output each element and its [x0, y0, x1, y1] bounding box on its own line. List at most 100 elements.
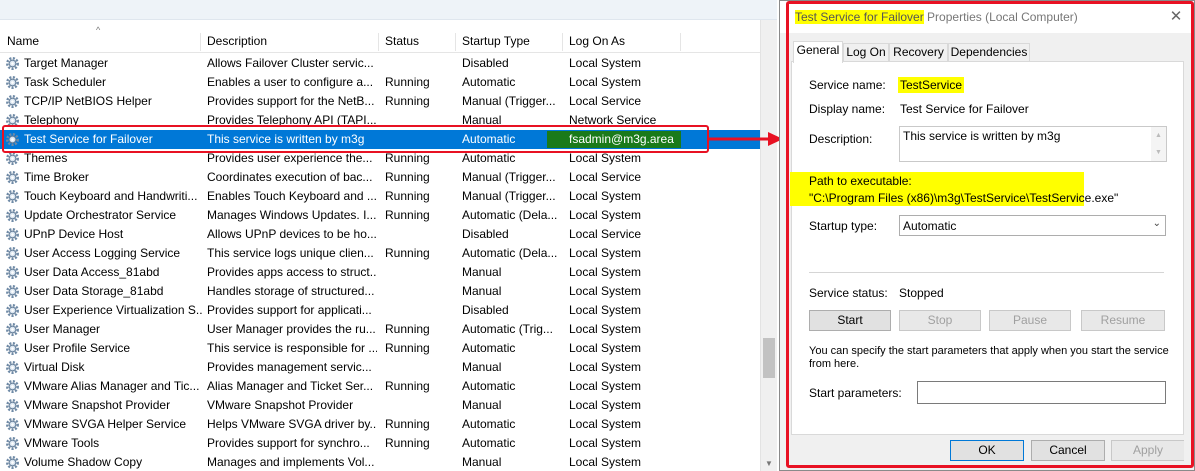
- gear-icon: [5, 227, 20, 242]
- service-logon-cell: Local System: [569, 208, 642, 222]
- table-row[interactable]: VMware Alias Manager and Tic... Alias Man…: [0, 377, 760, 396]
- scroll-down-arrow-icon[interactable]: ▼: [1151, 144, 1166, 161]
- table-row[interactable]: VMware Tools Provides support for synchro…: [0, 434, 760, 453]
- path-label: Path to executable:: [809, 174, 912, 188]
- tab-dependencies[interactable]: Dependencies: [948, 43, 1030, 62]
- description-textbox[interactable]: This service is written by m3g ▲ ▼: [899, 126, 1167, 162]
- startup-type-select[interactable]: Automatic ⌄: [899, 215, 1166, 236]
- table-row[interactable]: User Manager User Manager provides the ru…: [0, 320, 760, 339]
- start-parameters-input[interactable]: [917, 381, 1166, 404]
- table-row[interactable]: User Profile Service This service is resp…: [0, 339, 760, 358]
- table-row[interactable]: UPnP Device Host Allows UPnP devices to b…: [0, 225, 760, 244]
- gear-icon: [5, 208, 20, 223]
- display-name-label: Display name:: [809, 102, 886, 116]
- service-name-cell: VMware Alias Manager and Tic...: [24, 379, 200, 393]
- ok-button[interactable]: OK: [950, 440, 1024, 461]
- service-name-value: TestService: [898, 77, 965, 93]
- cancel-button[interactable]: Cancel: [1031, 440, 1105, 461]
- service-startup-cell: Automatic: [462, 379, 516, 393]
- gear-icon: [5, 284, 20, 299]
- service-logon-cell: Local System: [569, 360, 642, 374]
- gear-icon: [5, 75, 20, 90]
- service-name-cell: User Experience Virtualization S...: [24, 303, 202, 317]
- service-startup-cell: Disabled: [462, 227, 509, 241]
- description-scrollbar[interactable]: ▲ ▼: [1151, 127, 1166, 161]
- vertical-scrollbar[interactable]: ▼: [760, 20, 777, 471]
- service-name-cell: Touch Keyboard and Handwriti...: [24, 189, 198, 203]
- service-startup-cell: Disabled: [462, 56, 509, 70]
- service-name-cell: Virtual Disk: [24, 360, 85, 374]
- column-header-startup-type[interactable]: Startup Type: [455, 30, 562, 53]
- dialog-title-rest: Properties (Local Computer): [923, 10, 1078, 24]
- start-button[interactable]: Start: [809, 310, 891, 331]
- service-description-cell: This service is responsible for ...: [207, 341, 377, 355]
- service-name-cell: Update Orchestrator Service: [24, 208, 177, 222]
- service-description-cell: Helps VMware SVGA driver by...: [207, 417, 377, 431]
- startup-type-value: Automatic: [903, 219, 957, 233]
- table-row[interactable]: Touch Keyboard and Handwriti... Enables T…: [0, 187, 760, 206]
- path-value[interactable]: "C:\Program Files (x86)\m3g\TestService\…: [809, 191, 1118, 205]
- service-status-cell: [385, 453, 457, 471]
- service-logon-cell: Local System: [569, 417, 642, 431]
- service-name-cell: VMware SVGA Helper Service: [24, 417, 187, 431]
- pause-button[interactable]: Pause: [989, 310, 1071, 331]
- column-header-description[interactable]: Description: [200, 30, 378, 53]
- gear-icon: [5, 379, 20, 394]
- service-logon-cell: Local Service: [569, 94, 642, 108]
- service-name-cell: VMware Snapshot Provider: [24, 398, 171, 412]
- section-divider: [809, 272, 1164, 273]
- scroll-up-arrow-icon[interactable]: ▲: [1151, 127, 1166, 144]
- service-description-cell: Provides support for applicati...: [207, 303, 372, 317]
- service-name-cell: UPnP Device Host: [24, 227, 124, 241]
- table-row[interactable]: VMware Snapshot Provider VMware Snapshot …: [0, 396, 760, 415]
- table-row[interactable]: Update Orchestrator Service Manages Windo…: [0, 206, 760, 225]
- services-list-panel: Name Description Status Startup Type Log…: [0, 0, 777, 471]
- service-status-cell: Running: [385, 417, 430, 431]
- tab-log-on[interactable]: Log On: [843, 43, 889, 62]
- apply-button[interactable]: Apply: [1111, 440, 1185, 461]
- service-startup-cell: Manual: [462, 398, 502, 412]
- resume-button[interactable]: Resume: [1081, 310, 1165, 331]
- service-description-cell: Provides support for the NetB...: [207, 94, 375, 108]
- table-row[interactable]: User Data Access_81abd Provides apps acce…: [0, 263, 760, 282]
- column-header-log-on-as[interactable]: Log On As: [562, 30, 680, 53]
- table-row[interactable]: Task Scheduler Enables a user to configur…: [0, 73, 760, 92]
- service-logon-cell: Local System: [569, 379, 642, 393]
- service-description-cell: Coordinates execution of bac...: [207, 170, 373, 184]
- scrollbar-thumb[interactable]: [763, 338, 775, 378]
- service-status-cell: Running: [385, 246, 430, 260]
- dialog-titlebar[interactable]: Test Service for Failover Properties (Lo…: [780, 1, 1194, 33]
- service-description-cell: Provides management servic...: [207, 360, 372, 374]
- close-icon[interactable]: ✕: [1166, 7, 1186, 27]
- column-separator[interactable]: [680, 33, 681, 51]
- start-parameters-label: Start parameters:: [809, 386, 902, 400]
- gear-icon: [5, 322, 20, 337]
- table-row[interactable]: User Data Storage_81abd Handles storage o…: [0, 282, 760, 301]
- service-description-cell: Manages Windows Updates. I...: [207, 208, 377, 222]
- table-row[interactable]: Time Broker Coordinates execution of bac.…: [0, 168, 760, 187]
- table-row[interactable]: Volume Shadow Copy Manages and implements…: [0, 453, 760, 471]
- service-name-cell: Target Manager: [24, 56, 109, 70]
- service-name-cell: User Data Storage_81abd: [24, 284, 164, 298]
- service-properties-dialog: Test Service for Failover Properties (Lo…: [779, 0, 1195, 471]
- gear-icon: [5, 265, 20, 280]
- table-row[interactable]: User Experience Virtualization S... Provi…: [0, 301, 760, 320]
- description-value: This service is written by m3g: [903, 129, 1061, 143]
- service-name-cell: User Access Logging Service: [24, 246, 181, 260]
- gear-icon: [5, 56, 20, 71]
- service-startup-cell: Manual (Trigger...: [462, 189, 556, 203]
- table-row[interactable]: Target Manager Allows Failover Cluster se…: [0, 54, 760, 73]
- stop-button[interactable]: Stop: [899, 310, 981, 331]
- table-row[interactable]: User Access Logging Service This service …: [0, 244, 760, 263]
- column-header-status[interactable]: Status: [378, 30, 455, 53]
- service-description-cell: Allows UPnP devices to be ho...: [207, 227, 377, 241]
- tab-general[interactable]: General: [793, 41, 843, 63]
- table-row[interactable]: Virtual Disk Provides management servic..…: [0, 358, 760, 377]
- service-description-cell: Manages and implements Vol...: [207, 455, 375, 469]
- service-name-cell: Time Broker: [24, 170, 89, 184]
- tab-recovery[interactable]: Recovery: [889, 43, 948, 62]
- table-row[interactable]: VMware SVGA Helper Service Helps VMware S…: [0, 415, 760, 434]
- table-row[interactable]: TCP/IP NetBIOS Helper Provides support fo…: [0, 92, 760, 111]
- scroll-down-arrow-icon[interactable]: ▼: [761, 456, 777, 471]
- gear-icon: [5, 341, 20, 356]
